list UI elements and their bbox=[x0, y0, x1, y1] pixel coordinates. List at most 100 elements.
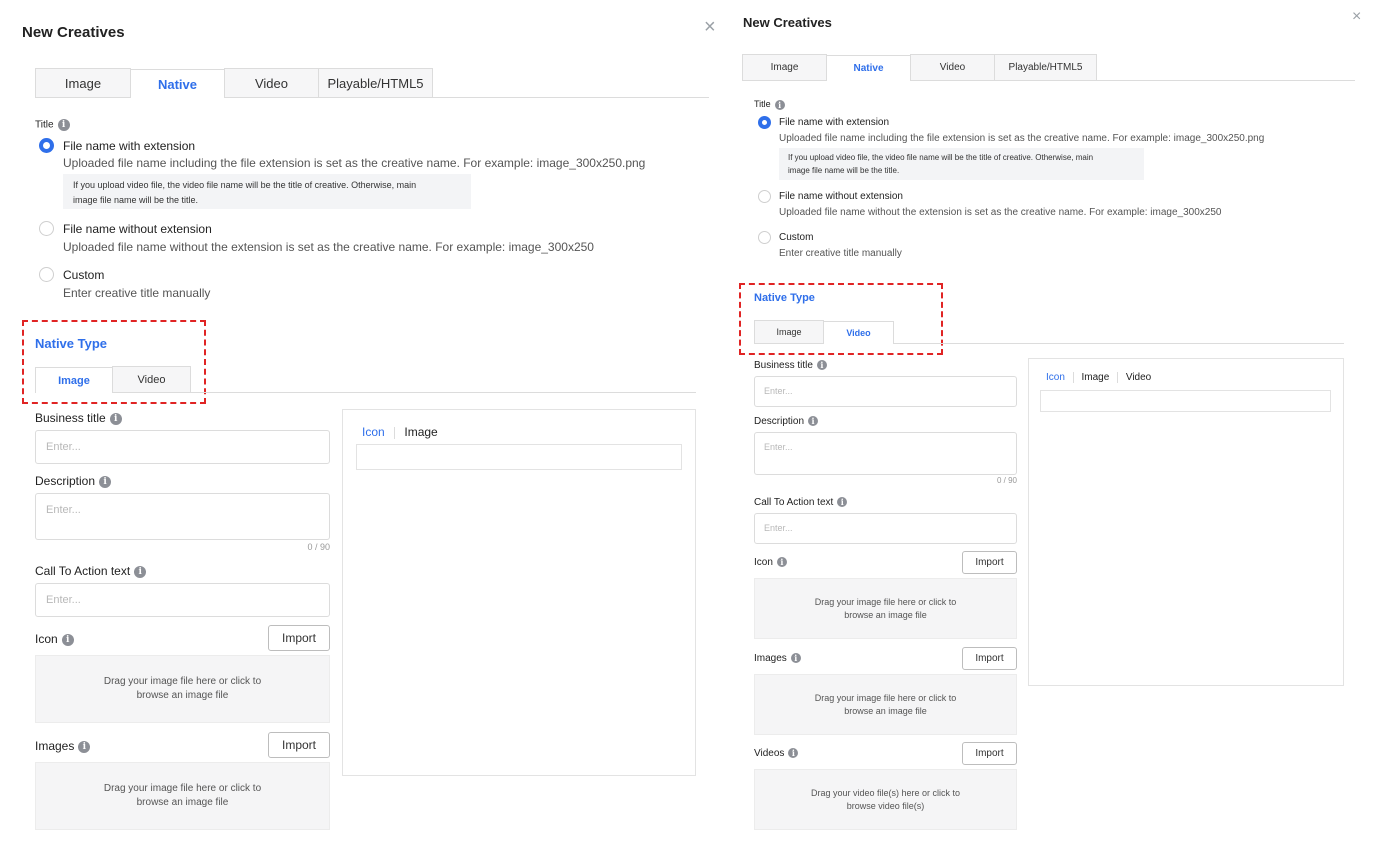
images-text: Images bbox=[35, 739, 75, 753]
modal-title: New Creatives bbox=[743, 15, 832, 30]
info-icon[interactable]: i bbox=[837, 497, 848, 508]
option-label-with-extension: File name with extension bbox=[63, 139, 196, 153]
tab-image[interactable]: Image bbox=[35, 68, 131, 97]
images-label: Images i bbox=[754, 653, 801, 664]
radio-without-extension[interactable] bbox=[39, 221, 54, 236]
native-type-tabs: Image Video bbox=[35, 366, 696, 393]
native-type-title: Native Type bbox=[754, 292, 815, 304]
images-dropzone[interactable]: Drag your image file here or click to br… bbox=[35, 762, 330, 830]
preview-tab-image[interactable]: Image bbox=[404, 425, 437, 439]
dropzone-line-2: browse an image file bbox=[136, 797, 229, 808]
business-title-input[interactable]: Enter... bbox=[754, 376, 1017, 407]
radio-without-extension[interactable] bbox=[758, 190, 771, 203]
option-desc-custom: Enter creative title manually bbox=[63, 286, 211, 300]
info-icon[interactable]: i bbox=[774, 99, 785, 110]
preview-tabs: Icon Image Video bbox=[1046, 372, 1151, 383]
cta-text: Call To Action text bbox=[35, 564, 131, 578]
business-title-label: Business title i bbox=[35, 411, 122, 425]
cta-label: Call To Action text i bbox=[35, 564, 147, 578]
info-icon[interactable]: i bbox=[790, 653, 801, 664]
description-label: Description i bbox=[754, 416, 819, 427]
info-icon[interactable]: i bbox=[776, 557, 787, 568]
character-counter: 0 / 90 bbox=[307, 542, 330, 552]
description-input[interactable]: Enter... bbox=[35, 493, 330, 540]
icon-dropzone[interactable]: Drag your image file here or click to br… bbox=[754, 578, 1017, 639]
info-icon[interactable]: i bbox=[99, 475, 112, 488]
images-dropzone[interactable]: Drag your image file here or click to br… bbox=[754, 674, 1017, 735]
radio-custom[interactable] bbox=[39, 267, 54, 282]
videos-text: Videos bbox=[754, 748, 785, 759]
preview-tab-image[interactable]: Image bbox=[1081, 372, 1109, 383]
native-type-title: Native Type bbox=[35, 336, 108, 351]
creative-modal-native-video: New Creatives × Image Native Video Playa… bbox=[730, 0, 1379, 853]
preview-tab-video[interactable]: Video bbox=[1126, 372, 1151, 383]
info-icon[interactable]: i bbox=[134, 565, 147, 578]
close-icon[interactable]: × bbox=[704, 17, 716, 37]
preview-tab-icon[interactable]: Icon bbox=[362, 425, 385, 439]
images-import-button[interactable]: Import bbox=[962, 647, 1017, 670]
tab-native[interactable]: Native bbox=[826, 55, 911, 81]
preview-tab-separator bbox=[1072, 372, 1074, 383]
info-icon[interactable]: i bbox=[788, 748, 799, 759]
images-import-button[interactable]: Import bbox=[268, 732, 330, 758]
tab-video[interactable]: Video bbox=[224, 68, 319, 97]
tab-playable-html5[interactable]: Playable/HTML5 bbox=[994, 54, 1097, 80]
icon-import-button[interactable]: Import bbox=[268, 625, 330, 651]
dropzone-line-1: Drag your image file here or click to bbox=[814, 692, 957, 703]
dropzone-line-2: browse an image file bbox=[844, 609, 927, 620]
videos-dropzone[interactable]: Drag your video file(s) here or click to… bbox=[754, 769, 1017, 830]
radio-with-extension[interactable] bbox=[39, 138, 54, 153]
option-label-custom: Custom bbox=[63, 268, 105, 282]
videos-label: Videos i bbox=[754, 748, 799, 759]
images-label: Images i bbox=[35, 739, 91, 753]
title-note: If you upload video file, the video file… bbox=[63, 174, 471, 209]
business-title-label: Business title i bbox=[754, 360, 827, 371]
option-desc-custom: Enter creative title manually bbox=[779, 248, 902, 259]
radio-with-extension[interactable] bbox=[758, 116, 771, 129]
cta-label: Call To Action text i bbox=[754, 497, 848, 508]
tab-image[interactable]: Image bbox=[742, 54, 827, 80]
info-icon[interactable]: i bbox=[816, 360, 827, 371]
description-input[interactable]: Enter... bbox=[754, 432, 1017, 475]
icon-dropzone[interactable]: Drag your image file here or click to br… bbox=[35, 655, 330, 723]
cta-input[interactable]: Enter... bbox=[35, 583, 330, 617]
info-icon[interactable]: i bbox=[61, 633, 74, 646]
icon-label: Icon i bbox=[754, 557, 787, 568]
preview-tab-separator bbox=[394, 426, 396, 439]
option-desc-with-extension: Uploaded file name including the file ex… bbox=[63, 156, 646, 170]
videos-import-button[interactable]: Import bbox=[962, 742, 1017, 765]
tab-native[interactable]: Native bbox=[130, 69, 225, 98]
icon-text: Icon bbox=[35, 632, 58, 646]
tab-playable-html5[interactable]: Playable/HTML5 bbox=[318, 68, 433, 97]
option-desc-with-extension: Uploaded file name including the file ex… bbox=[779, 133, 1265, 144]
info-icon[interactable]: i bbox=[78, 740, 91, 753]
close-icon[interactable]: × bbox=[1352, 9, 1361, 25]
native-tab-image[interactable]: Image bbox=[754, 320, 824, 343]
business-title-text: Business title bbox=[754, 360, 813, 371]
info-icon[interactable]: i bbox=[57, 119, 70, 131]
business-title-input[interactable]: Enter... bbox=[35, 430, 330, 464]
tab-video[interactable]: Video bbox=[910, 54, 995, 80]
radio-custom[interactable] bbox=[758, 231, 771, 244]
option-label-with-extension: File name with extension bbox=[779, 117, 890, 128]
dropzone-line-1: Drag your image file here or click to bbox=[103, 783, 262, 794]
preview-tab-icon[interactable]: Icon bbox=[1046, 372, 1065, 383]
option-label-without-extension: File name without extension bbox=[63, 222, 212, 236]
title-label: Title i bbox=[754, 99, 785, 110]
icon-text: Icon bbox=[754, 557, 773, 568]
info-icon[interactable]: i bbox=[109, 412, 122, 425]
native-tab-image[interactable]: Image bbox=[35, 367, 113, 393]
cta-text: Call To Action text bbox=[754, 497, 834, 508]
note-line-1: If you upload video file, the video file… bbox=[73, 180, 417, 190]
native-tab-video[interactable]: Video bbox=[112, 366, 191, 392]
dropzone-line-2: browse video file(s) bbox=[846, 800, 925, 811]
native-tab-video[interactable]: Video bbox=[823, 321, 894, 344]
info-icon[interactable]: i bbox=[808, 416, 819, 427]
dropzone-line-2: browse an image file bbox=[136, 690, 229, 701]
icon-import-button[interactable]: Import bbox=[962, 551, 1017, 574]
dropzone-line-2: browse an image file bbox=[844, 705, 927, 716]
icon-label: Icon i bbox=[35, 632, 74, 646]
cta-input[interactable]: Enter... bbox=[754, 513, 1017, 544]
option-desc-without-extension: Uploaded file name without the extension… bbox=[63, 240, 594, 254]
dropzone-line-1: Drag your image file here or click to bbox=[103, 676, 262, 687]
